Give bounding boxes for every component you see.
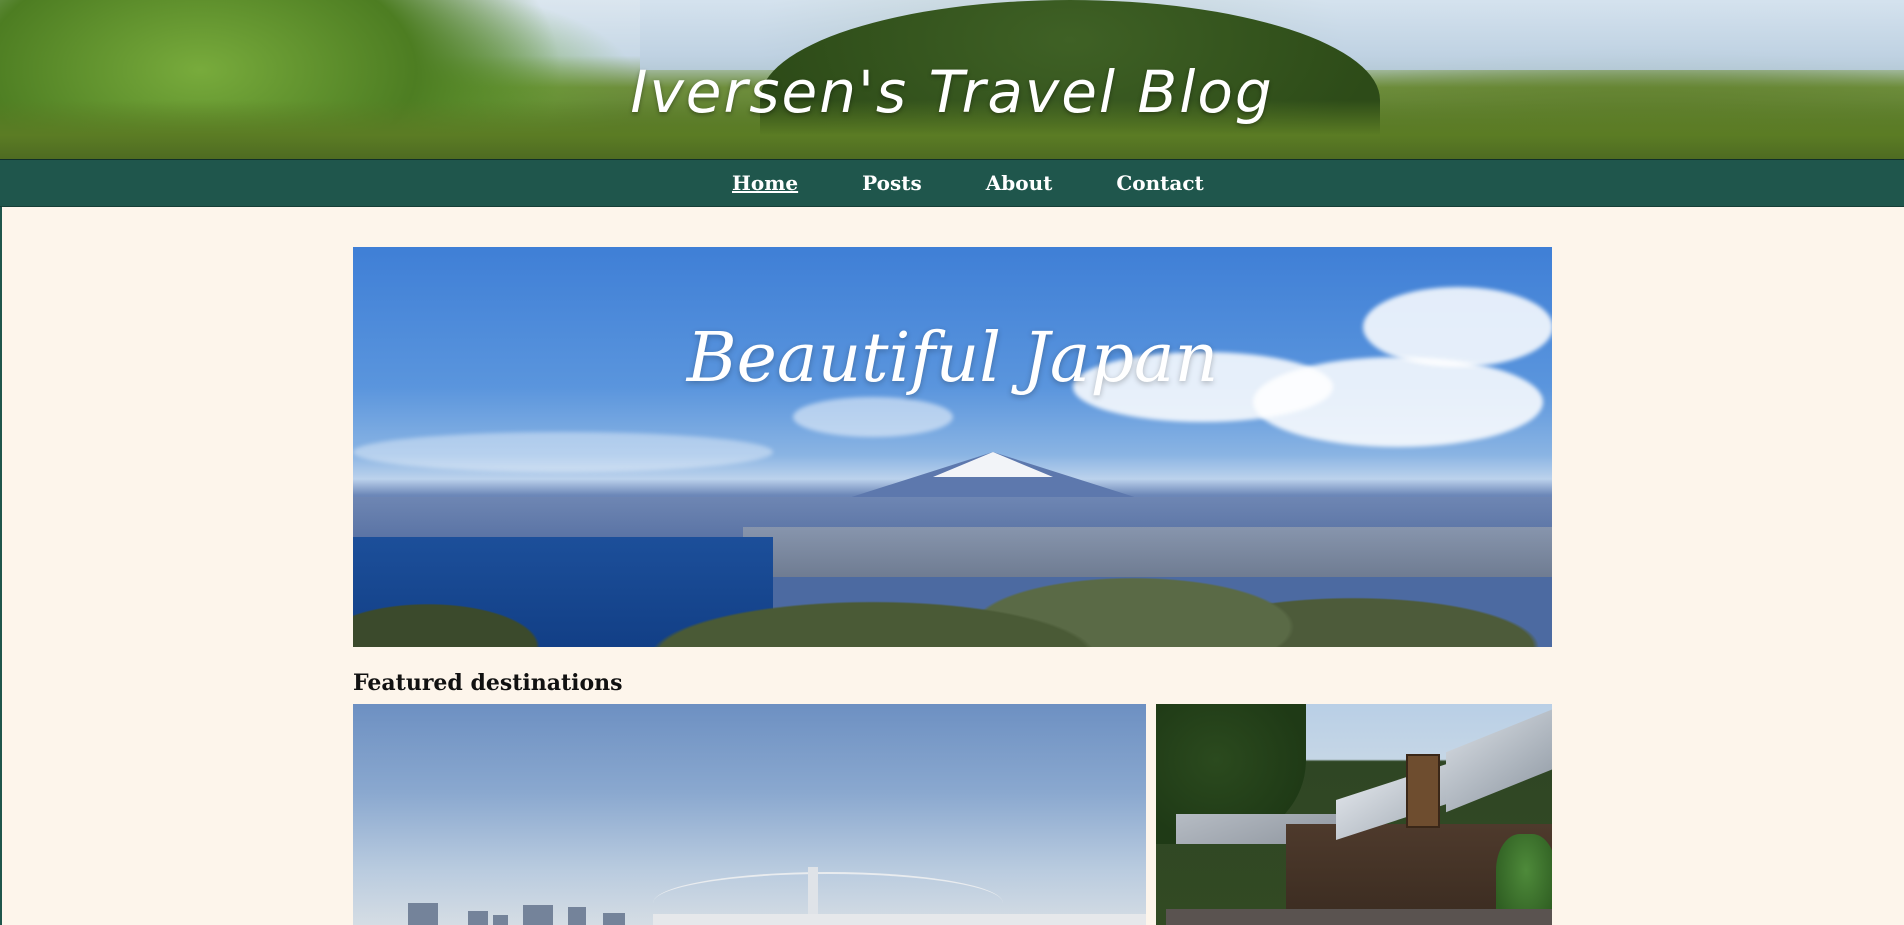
nav-links: Home Posts About Contact bbox=[732, 171, 1204, 195]
skyline-building bbox=[468, 911, 488, 925]
skyline-building bbox=[523, 905, 553, 925]
main-content: Beautiful Japan Featured destinations bbox=[0, 207, 1904, 925]
nav-link-about[interactable]: About bbox=[986, 171, 1053, 195]
village-roof bbox=[1446, 704, 1552, 813]
bridge-deck bbox=[653, 914, 1146, 925]
skyline-building bbox=[493, 915, 508, 925]
village-sign bbox=[1406, 754, 1440, 828]
site-title: Iversen's Travel Blog bbox=[630, 58, 1274, 126]
nav-link-posts[interactable]: Posts bbox=[862, 171, 922, 195]
hero-cloud bbox=[353, 432, 773, 472]
hero-hills bbox=[353, 557, 1552, 647]
site-header: Iversen's Travel Blog bbox=[0, 0, 1904, 159]
skyline-building bbox=[408, 903, 438, 925]
main-navbar: Home Posts About Contact bbox=[0, 159, 1904, 207]
featured-card-tokyo[interactable] bbox=[353, 704, 1146, 925]
nav-link-home[interactable]: Home bbox=[732, 171, 798, 195]
village-fence bbox=[1166, 909, 1552, 925]
skyline-building bbox=[603, 913, 625, 925]
hero-snowcap bbox=[933, 452, 1053, 477]
nav-link-contact[interactable]: Contact bbox=[1116, 171, 1203, 195]
featured-heading: Featured destinations bbox=[353, 670, 623, 696]
hero-banner: Beautiful Japan bbox=[353, 247, 1552, 647]
hero-title: Beautiful Japan bbox=[686, 319, 1219, 398]
hero-cloud bbox=[793, 397, 953, 437]
featured-card-village[interactable] bbox=[1156, 704, 1552, 925]
skyline-building bbox=[568, 907, 586, 925]
